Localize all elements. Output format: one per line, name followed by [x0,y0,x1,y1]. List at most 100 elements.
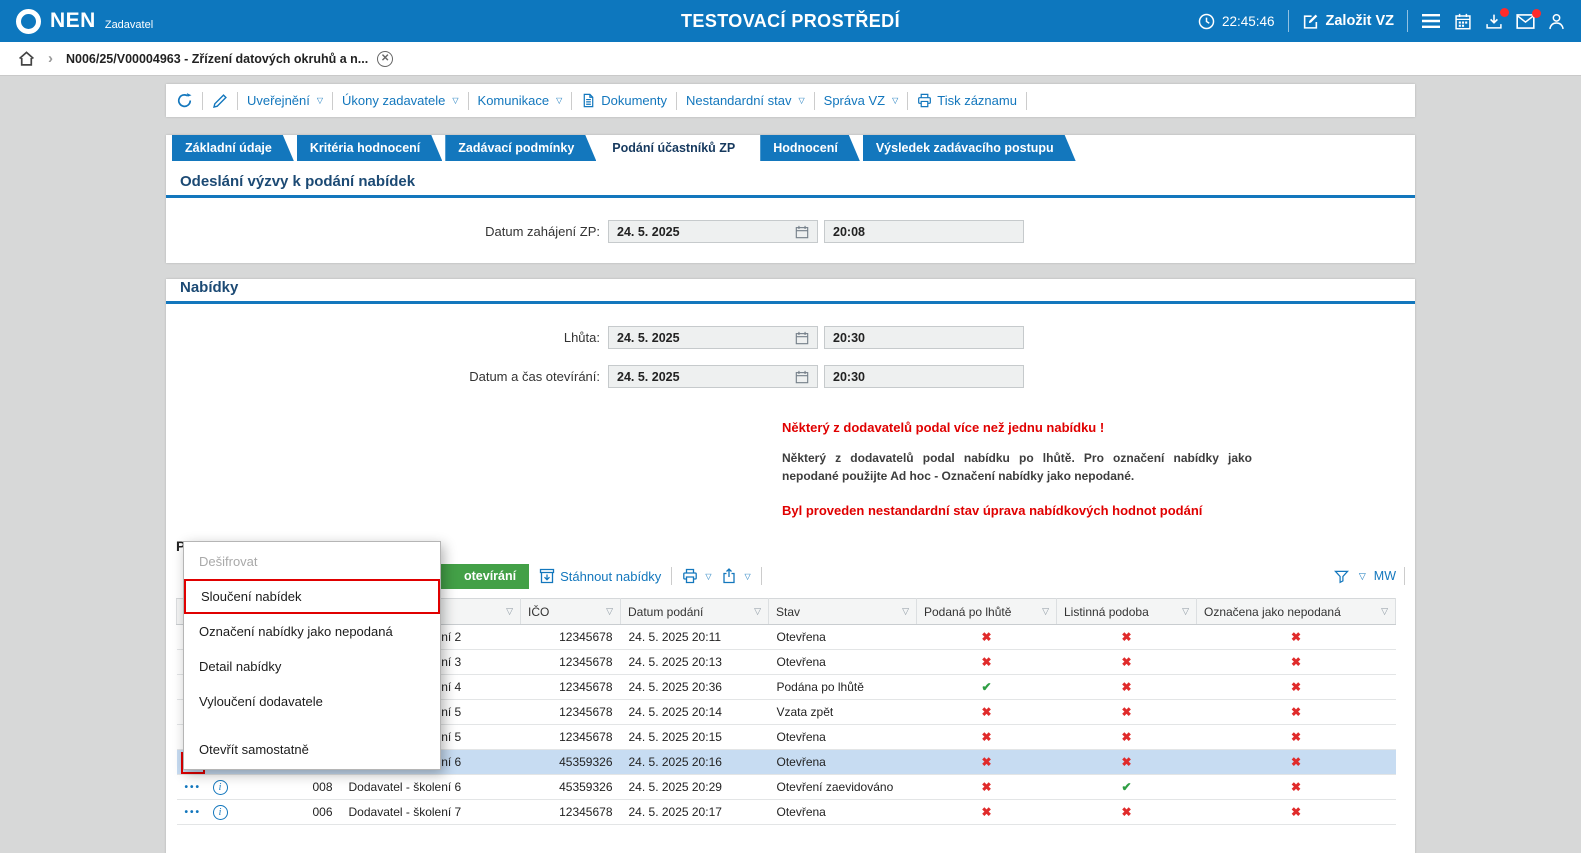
separator [1404,567,1405,585]
filter-dropdown-icon[interactable]: ▽ [1182,606,1189,617]
create-vz-button[interactable]: Založit VZ [1302,13,1394,30]
column-header-podana-po-lhute[interactable]: Podaná po lhůtě▽ [917,599,1057,625]
toolbar-menu-nestandardni-stav[interactable]: Nestandardní stav▽ [686,93,805,108]
calendar-picker-icon[interactable] [795,370,809,384]
edit-record-button[interactable] [212,93,228,109]
toolbar-menu-ukony-zadavatele[interactable]: Úkony zadavatele▽ [342,93,459,108]
tab-kriteria-hodnoceni[interactable]: Kritéria hodnocení [297,135,442,161]
info-icon[interactable]: i [213,805,228,820]
context-menu-item-slouceni-nabidek[interactable]: Sloučení nabídek [184,579,440,614]
column-header-datum-podani[interactable]: Datum podání▽ [621,599,769,625]
dropdown-arrow-icon: ▽ [892,96,898,105]
print-grid-button[interactable]: ▽ [682,568,711,584]
column-header-listinna-podoba[interactable]: Listinná podoba▽ [1057,599,1197,625]
opening-date-input[interactable]: 24. 5. 2025 [608,365,818,388]
submission-datetime: 24. 5. 2025 20:15 [621,725,769,750]
calendar-button[interactable] [1454,13,1472,30]
messages-button[interactable] [1516,14,1535,29]
context-menu-item-detail-nabidky[interactable]: Detail nabídky [184,649,440,684]
cross-icon: ✖ [1121,680,1131,694]
separator [671,567,672,585]
toolbar-menu-sprava-vz[interactable]: Správa VZ▽ [824,93,899,108]
context-menu-item-oznaceni-nabidky-jako-nepodana[interactable]: Označení nabídky jako nepodaná [184,614,440,649]
dropdown-arrow-icon: ▽ [317,96,323,105]
tab-zadavaci-podminky[interactable]: Zadávací podmínky [445,135,596,161]
main-menu-button[interactable] [1421,13,1441,29]
user-icon [1548,13,1565,30]
breadcrumb-record-tab[interactable]: N006/25/V00004963 - Zřízení datových okr… [66,51,393,67]
toolbar-menu-label: Tisk záznamu [937,93,1017,108]
deadline-row: Lhůta: 24. 5. 2025 20:30 [166,326,1415,349]
deadline-date-input[interactable]: 24. 5. 2025 [608,326,818,349]
separator [237,92,238,110]
row-menu-button[interactable]: ••• [185,806,202,820]
context-menu-item-vylouceni-dodavatele[interactable]: Vyloučení dodavatele [184,684,440,719]
bid-row[interactable]: •••i008Dodavatel - školení 64535932624. … [177,775,1396,800]
deadline-time-input[interactable]: 20:30 [824,326,1024,349]
dropdown-arrow-icon: ▽ [705,572,711,581]
nen-logo-icon [16,9,41,34]
filter-dropdown-icon[interactable]: ▽ [606,606,613,617]
cross-icon: ✖ [1121,705,1131,719]
row-menu-button[interactable]: ••• [185,781,202,795]
dropdown-arrow-icon: ▽ [744,572,750,581]
start-date-input[interactable]: 24. 5. 2025 [608,220,818,243]
filter-dropdown-icon[interactable]: ▽ [754,606,761,617]
column-header-oznacena-jako-nepodana[interactable]: Označena jako nepodaná▽ [1197,599,1396,625]
separator [907,92,908,110]
filter-dropdown-icon[interactable]: ▽ [506,606,513,617]
supplier-name: Dodavatel - školení 7 [341,800,521,825]
toolbar-menu-dokumenty[interactable]: Dokumenty [581,93,667,108]
nen-brand[interactable]: NEN Zadavatel [16,9,153,34]
hamburger-icon [1421,13,1441,29]
column-header-stav[interactable]: Stav▽ [769,599,917,625]
downloads-button[interactable] [1485,13,1503,30]
start-datetime-row: Datum zahájení ZP: 24. 5. 2025 20:08 [166,220,1415,243]
opening-time-input[interactable]: 20:30 [824,365,1024,388]
tab-hodnoceni[interactable]: Hodnocení [760,135,860,161]
context-menu-item-otevrit-samostatne[interactable]: Otevřít samostatně [184,732,440,767]
submission-datetime: 24. 5. 2025 20:29 [621,775,769,800]
deadline-date-value: 24. 5. 2025 [617,331,680,345]
start-time-input[interactable]: 20:08 [824,220,1024,243]
supplier-name: Dodavatel - školení 6 [341,775,521,800]
tab-podani-ucastniku-zp[interactable]: Podání účastníků ZP [599,135,757,161]
bid-status: Vzata zpět [769,700,917,725]
profile-button[interactable] [1548,13,1565,30]
toolbar-menu-uverejneni[interactable]: Uveřejnění▽ [247,93,323,108]
info-icon[interactable]: i [213,780,228,795]
export-grid-button[interactable]: ▽ [721,568,750,584]
bid-status: Otevřena [769,800,917,825]
column-header-ico[interactable]: IČO▽ [521,599,621,625]
cross-icon: ✖ [981,730,991,744]
close-record-icon[interactable]: ✕ [377,51,393,67]
calendar-picker-icon[interactable] [795,331,809,345]
cross-icon: ✖ [981,655,991,669]
create-vz-label: Založit VZ [1326,13,1394,29]
toolbar-menu-komunikace[interactable]: Komunikace▽ [478,93,563,108]
view-code[interactable]: MW [1374,569,1396,583]
calendar-picker-icon[interactable] [795,225,809,239]
filter-icon[interactable] [1334,569,1349,584]
section-title-bids: Nabídky [180,279,1415,296]
home-button[interactable] [18,51,35,66]
filter-dropdown-icon[interactable]: ▽ [902,606,909,617]
bid-status: Otevřena [769,625,917,650]
cross-icon: ✖ [1291,730,1301,744]
opening-date-value: 24. 5. 2025 [617,370,680,384]
tab-zakladni-udaje[interactable]: Základní údaje [172,135,294,161]
refresh-button[interactable] [176,92,193,109]
download-bids-button[interactable]: Stáhnout nabídky [539,568,661,584]
section-title-invitation: Odeslání výzvy k podání nabídek [180,173,1415,190]
separator [814,92,815,110]
toolbar-menu-tisk-zaznamu[interactable]: Tisk záznamu [917,93,1017,108]
warning-nonstandard-state: Byl proveden nestandardní stav úprava na… [782,503,1415,518]
breadcrumb: › N006/25/V00004963 - Zřízení datových o… [0,42,1581,76]
filter-dropdown-icon[interactable]: ▽ [1042,606,1049,617]
tab-vysledek-zadavaciho-postupu[interactable]: Výsledek zadávacího postupu [863,135,1076,161]
supplier-ico: 45359326 [521,775,621,800]
bid-row[interactable]: •••i006Dodavatel - školení 71234567824. … [177,800,1396,825]
download-box-icon [539,568,555,584]
filter-dropdown-icon[interactable]: ▽ [1381,606,1388,617]
view-dropdown-icon[interactable]: ▽ [1359,571,1366,582]
